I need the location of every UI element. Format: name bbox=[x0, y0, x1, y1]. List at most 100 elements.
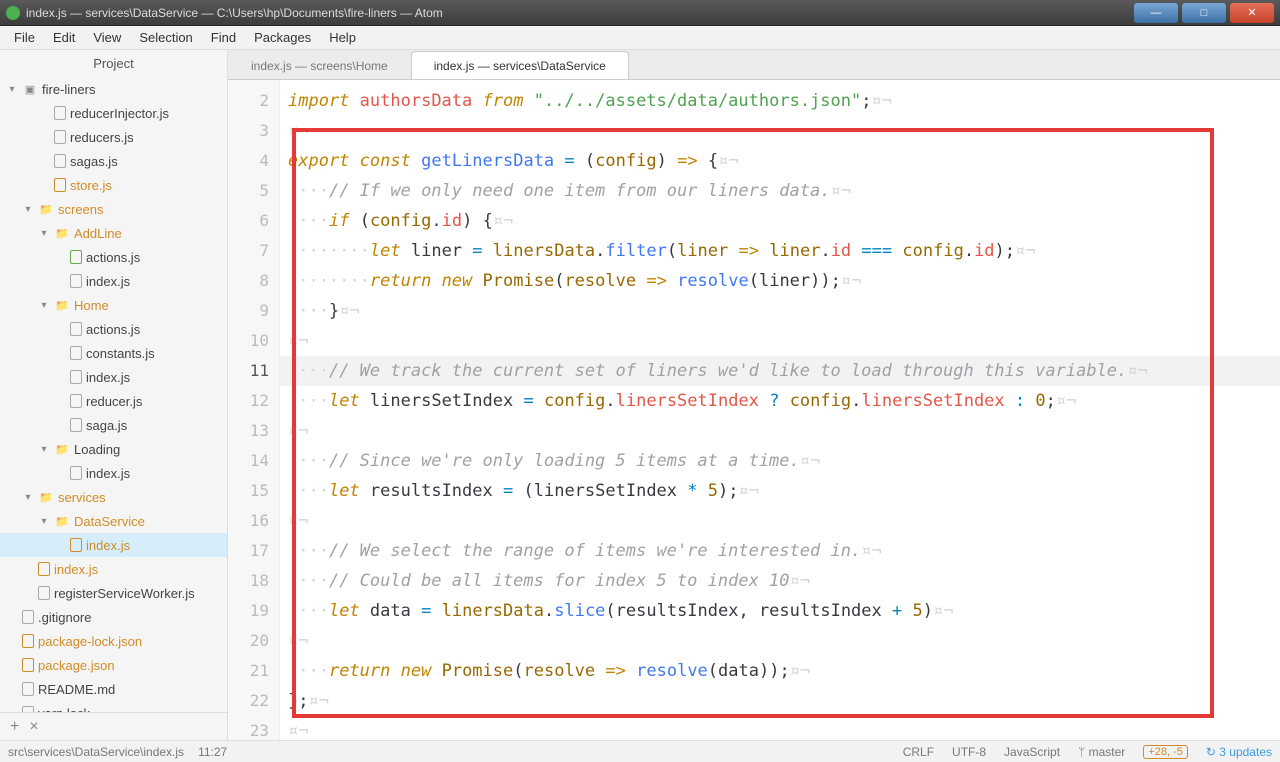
editor-tabs: index.js — screens\Homeindex.js — servic… bbox=[228, 50, 1280, 80]
tree-item[interactable]: index.js bbox=[0, 533, 227, 557]
code-line[interactable]: ····if (config.id) {¤¬ bbox=[280, 206, 1280, 236]
status-cursor[interactable]: 11:27 bbox=[198, 745, 227, 759]
code-line[interactable]: };¤¬ bbox=[280, 686, 1280, 716]
code-line[interactable]: ····let linersSetIndex = config.linersSe… bbox=[280, 386, 1280, 416]
tree-item[interactable]: README.md bbox=[0, 677, 227, 701]
file-o-icon bbox=[54, 178, 66, 192]
tree-item[interactable]: index.js bbox=[0, 269, 227, 293]
file-tree[interactable]: ▾▣fire-linersreducerInjector.jsreducers.… bbox=[0, 77, 227, 712]
tree-item[interactable]: constants.js bbox=[0, 341, 227, 365]
chevron-icon: ▾ bbox=[22, 204, 34, 215]
editor-tab[interactable]: index.js — screens\Home bbox=[228, 51, 411, 79]
code-line[interactable]: ¤¬ bbox=[280, 116, 1280, 146]
maximize-button[interactable]: □ bbox=[1182, 3, 1226, 23]
menu-selection[interactable]: Selection bbox=[131, 28, 200, 47]
code-line[interactable]: ¤¬ bbox=[280, 626, 1280, 656]
code-line[interactable]: ····// Since we're only loading 5 items … bbox=[280, 446, 1280, 476]
status-language[interactable]: JavaScript bbox=[1004, 745, 1060, 759]
menu-packages[interactable]: Packages bbox=[246, 28, 319, 47]
tree-item[interactable]: ▾📁AddLine bbox=[0, 221, 227, 245]
tree-item[interactable]: ▾📁Loading bbox=[0, 437, 227, 461]
code-line[interactable]: ····// Could be all items for index 5 to… bbox=[280, 566, 1280, 596]
menu-file[interactable]: File bbox=[6, 28, 43, 47]
status-eol[interactable]: CRLF bbox=[903, 745, 934, 759]
line-number: 3 bbox=[228, 116, 279, 146]
code-line[interactable]: ········let liner = linersData.filter(li… bbox=[280, 236, 1280, 266]
tree-item[interactable]: reducers.js bbox=[0, 125, 227, 149]
menu-find[interactable]: Find bbox=[203, 28, 244, 47]
tree-item[interactable]: index.js bbox=[0, 557, 227, 581]
editor-tab[interactable]: index.js — services\DataService bbox=[411, 51, 629, 79]
file-icon bbox=[54, 106, 66, 120]
code-editor[interactable]: 234567891011121314151617181920212223 imp… bbox=[228, 80, 1280, 740]
file-icon bbox=[70, 370, 82, 384]
code-line[interactable]: ····}¤¬ bbox=[280, 296, 1280, 326]
tree-item[interactable]: ▾📁Home bbox=[0, 293, 227, 317]
tree-item-label: Loading bbox=[74, 442, 120, 457]
tree-item[interactable]: ▾▣fire-liners bbox=[0, 77, 227, 101]
code-line[interactable]: ¤¬ bbox=[280, 506, 1280, 536]
tree-item[interactable]: reducer.js bbox=[0, 389, 227, 413]
status-branch[interactable]: ᛘ master bbox=[1078, 745, 1125, 759]
line-number: 15 bbox=[228, 476, 279, 506]
file-o-icon bbox=[38, 562, 50, 576]
file-icon bbox=[70, 394, 82, 408]
code-line[interactable]: ¤¬ bbox=[280, 716, 1280, 740]
tree-item-label: constants.js bbox=[86, 346, 155, 361]
tree-item[interactable]: index.js bbox=[0, 461, 227, 485]
tree-item[interactable]: actions.js bbox=[0, 317, 227, 341]
line-number: 9 bbox=[228, 296, 279, 326]
code-line[interactable]: ¤¬ bbox=[280, 416, 1280, 446]
line-number: 10 bbox=[228, 326, 279, 356]
tree-item[interactable]: actions.js bbox=[0, 245, 227, 269]
tree-item[interactable]: store.js bbox=[0, 173, 227, 197]
tree-item[interactable]: reducerInjector.js bbox=[0, 101, 227, 125]
status-updates[interactable]: ↻ 3 updates bbox=[1206, 745, 1272, 759]
status-filepath[interactable]: src\services\DataService\index.js bbox=[8, 745, 184, 759]
code-line[interactable]: ····return new Promise(resolve => resolv… bbox=[280, 656, 1280, 686]
tree-item[interactable]: registerServiceWorker.js bbox=[0, 581, 227, 605]
tree-item[interactable]: package-lock.json bbox=[0, 629, 227, 653]
code-line[interactable]: ····// We track the current set of liner… bbox=[280, 356, 1280, 386]
tree-item[interactable]: yarn.lock bbox=[0, 701, 227, 712]
tree-item[interactable]: ▾📁services bbox=[0, 485, 227, 509]
status-git-diff[interactable]: +28, -5 bbox=[1143, 745, 1188, 759]
tree-item-label: package.json bbox=[38, 658, 115, 673]
line-number: 4 bbox=[228, 146, 279, 176]
menu-view[interactable]: View bbox=[85, 28, 129, 47]
close-project-button[interactable]: × bbox=[29, 718, 38, 736]
window-title: index.js — services\DataService — C:\Use… bbox=[26, 6, 1134, 20]
menu-edit[interactable]: Edit bbox=[45, 28, 83, 47]
code-content[interactable]: import authorsData from "../../assets/da… bbox=[280, 80, 1280, 740]
tree-item[interactable]: saga.js bbox=[0, 413, 227, 437]
file-icon bbox=[22, 682, 34, 696]
code-line[interactable]: export const getLinersData = (config) =>… bbox=[280, 146, 1280, 176]
code-line[interactable]: ····let resultsIndex = (linersSetIndex *… bbox=[280, 476, 1280, 506]
tree-item[interactable]: ▾📁DataService bbox=[0, 509, 227, 533]
sidebar-footer: + × bbox=[0, 712, 227, 740]
statusbar: src\services\DataService\index.js 11:27 … bbox=[0, 740, 1280, 762]
code-line[interactable]: import authorsData from "../../assets/da… bbox=[280, 86, 1280, 116]
code-line[interactable]: ····// We select the range of items we'r… bbox=[280, 536, 1280, 566]
tree-item[interactable]: .gitignore bbox=[0, 605, 227, 629]
tree-item[interactable]: package.json bbox=[0, 653, 227, 677]
tree-item[interactable]: sagas.js bbox=[0, 149, 227, 173]
folder-dark-icon: 📁 bbox=[54, 441, 70, 457]
tree-item-label: index.js bbox=[86, 538, 130, 553]
tree-item[interactable]: ▾📁screens bbox=[0, 197, 227, 221]
code-line[interactable]: ¤¬ bbox=[280, 326, 1280, 356]
tree-item-label: DataService bbox=[74, 514, 145, 529]
code-line[interactable]: ········return new Promise(resolve => re… bbox=[280, 266, 1280, 296]
code-line[interactable]: ····let data = linersData.slice(resultsI… bbox=[280, 596, 1280, 626]
menu-help[interactable]: Help bbox=[321, 28, 364, 47]
line-number: 12 bbox=[228, 386, 279, 416]
close-button[interactable]: ✕ bbox=[1230, 3, 1274, 23]
add-project-button[interactable]: + bbox=[10, 718, 19, 736]
code-line[interactable]: ····// If we only need one item from our… bbox=[280, 176, 1280, 206]
minimize-button[interactable]: — bbox=[1134, 3, 1178, 23]
status-encoding[interactable]: UTF-8 bbox=[952, 745, 986, 759]
tree-item[interactable]: index.js bbox=[0, 365, 227, 389]
atom-icon bbox=[6, 6, 20, 20]
editor-area: index.js — screens\Homeindex.js — servic… bbox=[228, 50, 1280, 740]
folder-icon: 📁 bbox=[54, 297, 70, 313]
